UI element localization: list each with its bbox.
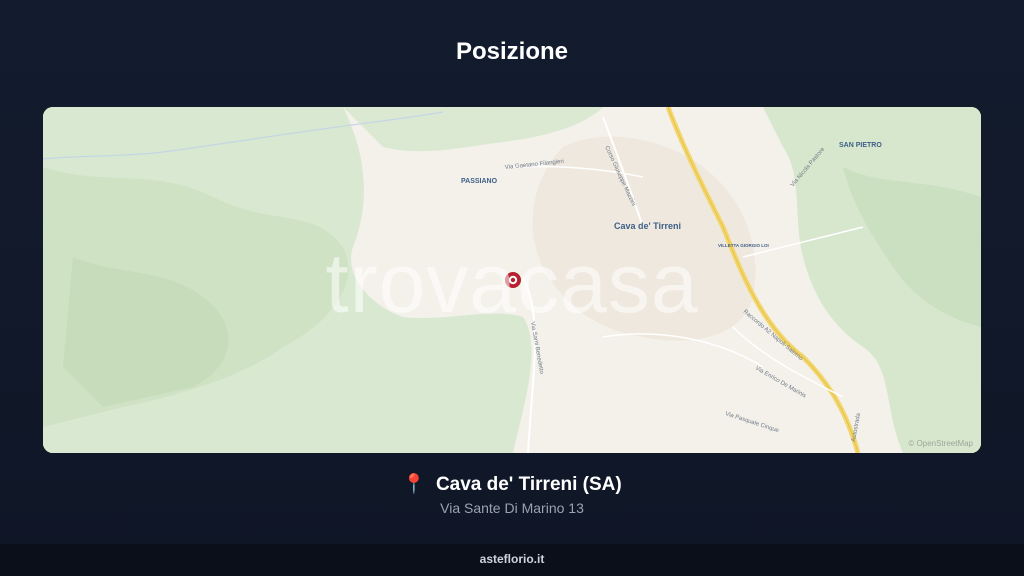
location-address: Via Sante Di Marino 13 bbox=[440, 500, 584, 516]
map[interactable]: PASSIANO Cava de' Tirreni SAN PIETRO VIL… bbox=[43, 107, 981, 453]
footer: asteflorio.it bbox=[0, 544, 1024, 576]
map-label-san-pietro: SAN PIETRO bbox=[839, 142, 882, 149]
location-title: 📍 Cava de' Tirreni (SA) bbox=[0, 472, 1024, 496]
footer-site-link[interactable]: asteflorio.it bbox=[480, 552, 545, 566]
watermark-logo: trovacasa bbox=[325, 236, 699, 330]
map-label-passiano: PASSIANO bbox=[461, 178, 498, 185]
pushpin-icon: 📍 bbox=[402, 474, 426, 495]
map-label-city: Cava de' Tirreni bbox=[614, 221, 681, 231]
map-attribution[interactable]: © OpenStreetMap bbox=[908, 439, 973, 448]
location-city: Cava de' Tirreni (SA) bbox=[435, 474, 622, 495]
page-title: Posizione bbox=[455, 38, 569, 65]
